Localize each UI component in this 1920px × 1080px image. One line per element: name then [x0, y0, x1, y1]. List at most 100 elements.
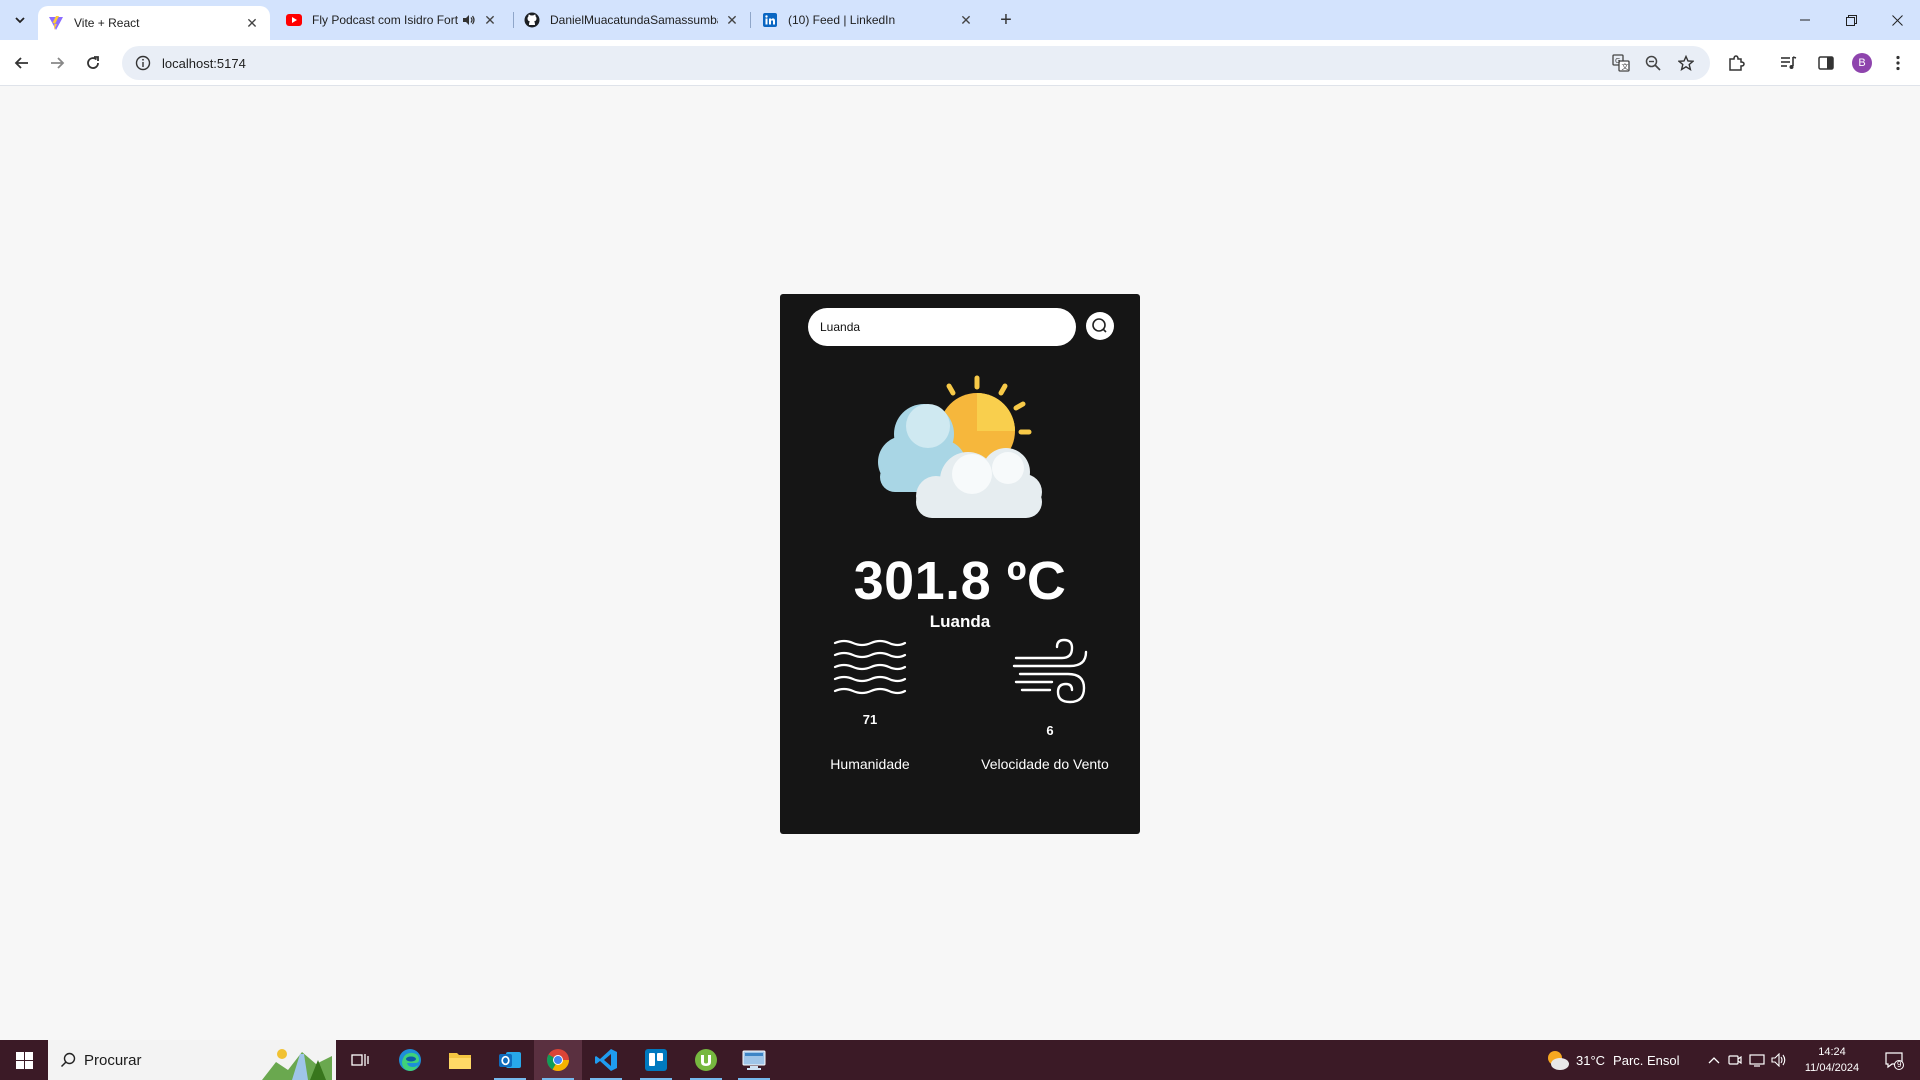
star-icon: [1678, 55, 1694, 71]
windows-taskbar: Procurar 31°C Parc. Ensol 14:24 11/04/20…: [0, 1040, 1920, 1080]
forward-button[interactable]: [44, 50, 70, 76]
remote-desktop-app[interactable]: [730, 1040, 778, 1080]
translate-icon: G文: [1612, 54, 1630, 72]
back-button[interactable]: [9, 50, 35, 76]
side-panel-icon: [1818, 56, 1834, 70]
notification-center-button[interactable]: 9: [1876, 1040, 1912, 1080]
search-highlight-image: [262, 1044, 332, 1080]
task-view-icon: [351, 1054, 369, 1066]
network-icon[interactable]: [1746, 1053, 1768, 1067]
side-panel-button[interactable]: [1813, 50, 1839, 76]
arrow-left-icon: [14, 57, 28, 69]
clock-date: 11/04/2024: [1804, 1062, 1860, 1074]
humidity-label: Humanidade: [830, 756, 910, 772]
tab-github[interactable]: DanielMuacatundaSamassumba ✕: [514, 0, 750, 40]
close-icon[interactable]: ✕: [724, 12, 740, 28]
system-clock[interactable]: 14:24 11/04/2024: [1796, 1044, 1868, 1076]
media-control-button[interactable]: [1776, 50, 1802, 76]
restore-icon: [1845, 14, 1857, 26]
chrome-icon: [547, 1049, 569, 1071]
address-bar[interactable]: localhost:5174: [122, 46, 1710, 80]
profile-button[interactable]: B: [1849, 50, 1875, 76]
svg-text:G: G: [1615, 57, 1620, 65]
tab-youtube[interactable]: Fly Podcast com Isidro Fortu ✕: [276, 0, 508, 40]
tab-title: Vite + React: [74, 16, 140, 30]
browser-menu-button[interactable]: [1885, 50, 1911, 76]
start-button[interactable]: [0, 1040, 48, 1080]
close-icon[interactable]: ✕: [958, 12, 974, 28]
avatar: B: [1852, 53, 1872, 73]
meet-now-icon[interactable]: [1724, 1053, 1746, 1067]
tab-title: Fly Podcast com Isidro Fortu: [312, 13, 458, 27]
extensions-button[interactable]: [1723, 50, 1749, 76]
chevron-down-icon: [15, 17, 25, 24]
outlook-app[interactable]: [486, 1040, 534, 1080]
more-vertical-icon: [1896, 55, 1900, 71]
city-search-input[interactable]: [808, 308, 1076, 346]
tab-linkedin[interactable]: (10) Feed | LinkedIn ✕: [752, 0, 984, 40]
site-info-icon[interactable]: [126, 46, 160, 80]
svg-text:文: 文: [1622, 62, 1629, 71]
close-window-button[interactable]: [1874, 0, 1920, 40]
close-icon: [1891, 14, 1903, 26]
windows-logo-icon: [15, 1051, 33, 1069]
linkedin-icon: [762, 12, 778, 28]
tab-vite-react[interactable]: Vite + React ✕: [38, 6, 270, 40]
taskbar-search-box[interactable]: Procurar: [48, 1040, 336, 1080]
chrome-app[interactable]: [534, 1040, 582, 1080]
volume-icon[interactable]: [1768, 1053, 1790, 1067]
task-view-button[interactable]: [336, 1040, 384, 1080]
youtube-icon: [286, 12, 302, 28]
city-name: Luanda: [929, 612, 991, 631]
translate-button[interactable]: G文: [1606, 46, 1636, 80]
minimize-button[interactable]: [1782, 0, 1828, 40]
minimize-icon: [1800, 19, 1810, 21]
outlook-icon: [499, 1052, 521, 1068]
reload-button[interactable]: [80, 50, 106, 76]
reload-icon: [87, 56, 99, 69]
temperature-value: 301.8 ºC: [853, 551, 1067, 611]
vscode-app[interactable]: [582, 1040, 630, 1080]
close-icon[interactable]: ✕: [244, 15, 260, 31]
edge-icon: [399, 1049, 421, 1071]
system-tray: [1704, 1040, 1790, 1080]
taskbar-weather[interactable]: 31°C Parc. Ensol: [1546, 1040, 1680, 1080]
wind-icon: [1012, 638, 1088, 704]
search-icon: [1092, 318, 1107, 333]
trello-icon: [645, 1049, 667, 1071]
zoom-button[interactable]: [1638, 46, 1668, 80]
restore-button[interactable]: [1828, 0, 1874, 40]
tab-title: DanielMuacatundaSamassumba: [550, 13, 718, 27]
remote-desktop-icon: [742, 1050, 766, 1070]
music-queue-icon: [1781, 56, 1797, 69]
utorrent-icon: [695, 1049, 717, 1071]
edge-app[interactable]: [386, 1040, 434, 1080]
weather-text: Parc. Ensol: [1613, 1052, 1680, 1068]
trello-app[interactable]: [632, 1040, 680, 1080]
tab-search-button[interactable]: [6, 8, 34, 32]
humidity-waves-icon: [833, 639, 907, 695]
file-explorer-icon: [449, 1053, 471, 1069]
tab-strip: Vite + React ✕ Fly Podcast com Isidro Fo…: [0, 0, 1920, 40]
github-icon: [524, 12, 540, 28]
search-button[interactable]: [1086, 312, 1114, 340]
vite-icon: [48, 15, 64, 31]
new-tab-button[interactable]: +: [994, 8, 1018, 32]
search-icon: [60, 1052, 76, 1068]
speaker-icon[interactable]: [462, 14, 476, 26]
url-text: localhost:5174: [162, 55, 246, 71]
humidity-value: 71: [862, 712, 878, 727]
bookmark-button[interactable]: [1671, 46, 1701, 80]
puzzle-icon: [1729, 55, 1745, 71]
file-explorer-app[interactable]: [436, 1040, 484, 1080]
partly-cloudy-icon: [878, 375, 1042, 518]
close-icon[interactable]: ✕: [482, 12, 498, 28]
zoom-out-icon: [1645, 55, 1661, 71]
arrow-right-icon: [51, 57, 65, 69]
tab-separator: [750, 12, 751, 28]
wind-speed-value: 6: [1046, 723, 1054, 738]
utorrent-app[interactable]: [682, 1040, 730, 1080]
search-placeholder: Procurar: [84, 1051, 142, 1069]
partly-sunny-icon: [1548, 1051, 1569, 1070]
chevron-up-icon[interactable]: [1704, 1056, 1724, 1064]
